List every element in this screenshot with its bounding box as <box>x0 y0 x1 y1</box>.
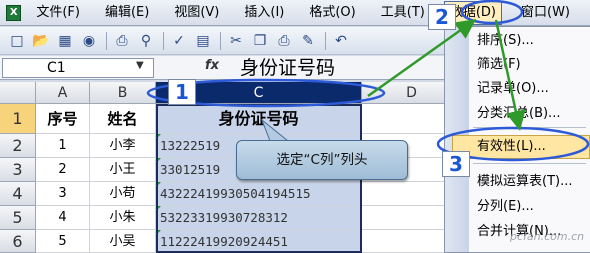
callout-bubble: 选定“C列”列头 <box>236 140 408 180</box>
watermark: pcfan.com.cn <box>510 230 585 243</box>
print-preview-icon[interactable]: ⚲ <box>135 30 157 52</box>
menu-tools[interactable]: 工具(T) <box>376 2 430 24</box>
undo-icon[interactable]: ↶ <box>330 30 352 52</box>
menu-bar: X 文件(F) 编辑(E) 视图(V) 插入(I) 格式(O) 工具(T) 数据… <box>0 0 590 26</box>
cell-b6[interactable]: 小吴 <box>90 230 156 253</box>
menu-edit[interactable]: 编辑(E) <box>100 2 154 24</box>
copy-icon[interactable]: ❐ <box>249 30 271 52</box>
cell-b1[interactable]: 姓名 <box>90 104 156 134</box>
toolbar-separator <box>163 31 164 50</box>
cell-c6[interactable]: 11222419920924451 <box>156 230 362 253</box>
cell-b4[interactable]: 小苟 <box>90 182 156 206</box>
menu-view[interactable]: 视图(V) <box>169 2 224 24</box>
cell-b5[interactable]: 小朱 <box>90 206 156 230</box>
excel-app-icon: X <box>6 4 22 21</box>
research-icon[interactable]: ▤ <box>192 30 214 52</box>
step-marker-3: 3 <box>442 151 470 177</box>
row-header-5[interactable]: 5 <box>0 206 36 230</box>
column-header-a[interactable]: A <box>36 82 90 104</box>
menu-separator <box>473 127 586 128</box>
row-header-2[interactable]: 2 <box>0 134 36 158</box>
menu-window[interactable]: 窗口(W) <box>516 2 575 24</box>
menu-item-form[interactable]: 记录单(O)... <box>477 78 549 100</box>
menu-item-validation[interactable]: 有效性(L)... <box>452 135 590 159</box>
cell-b3[interactable]: 小王 <box>90 158 156 182</box>
cell-c5[interactable]: 53223319930728312 <box>156 206 362 230</box>
toolbar-separator <box>325 31 326 50</box>
menu-insert[interactable]: 插入(I) <box>239 2 289 24</box>
cell-a4[interactable]: 3 <box>36 182 90 206</box>
row-header-6[interactable]: 6 <box>0 230 36 253</box>
menu-item-subtotals[interactable]: 分类汇总(B)... <box>477 103 560 125</box>
fx-icon[interactable]: fx <box>205 58 219 73</box>
save-icon[interactable]: ▦ <box>54 30 76 52</box>
name-box[interactable]: C1 <box>2 58 154 78</box>
toolbar-separator <box>220 31 221 50</box>
column-header-b[interactable]: B <box>90 82 156 104</box>
cell-a2[interactable]: 1 <box>36 134 90 158</box>
open-icon[interactable]: 📂 <box>30 30 52 52</box>
cell-c1[interactable]: 身份证号码 <box>156 104 362 134</box>
select-all-corner[interactable] <box>0 82 36 104</box>
row-header-1[interactable]: 1 <box>0 104 36 134</box>
chevron-down-icon[interactable]: ▼ <box>136 60 144 71</box>
cell-a5[interactable]: 4 <box>36 206 90 230</box>
menu-item-sort[interactable]: 排序(S)... <box>477 30 534 52</box>
menu-separator <box>473 163 586 164</box>
cell-b2[interactable]: 小李 <box>90 134 156 158</box>
cell-a3[interactable]: 2 <box>36 158 90 182</box>
menu-file[interactable]: 文件(F) <box>31 2 85 24</box>
step-marker-1: 1 <box>168 79 196 105</box>
cell-a6[interactable]: 5 <box>36 230 90 253</box>
step-marker-2: 2 <box>428 4 456 30</box>
new-icon[interactable]: □ <box>6 30 28 52</box>
print-icon[interactable]: ⎙ <box>111 30 133 52</box>
menu-format[interactable]: 格式(O) <box>304 2 360 24</box>
paste-icon[interactable]: ⎙ <box>273 30 295 52</box>
toolbar-separator <box>106 31 107 50</box>
formula-input[interactable]: 身份证号码 <box>240 57 335 79</box>
cut-icon[interactable]: ✂ <box>225 30 247 52</box>
menu-item-filter[interactable]: 筛选(F) <box>477 54 521 76</box>
row-header-3[interactable]: 3 <box>0 158 36 182</box>
menu-item-data-table[interactable]: 模拟运算表(T)... <box>477 171 572 193</box>
data-menu-dropdown: 排序(S)... 筛选(F) 记录单(O)... 分类汇总(B)... 有效性(… <box>444 26 590 253</box>
formula-bar: C1 ▼ fx 身份证号码 <box>0 56 462 80</box>
spelling-icon[interactable]: ✓ <box>168 30 190 52</box>
format-painter-icon[interactable]: ✎ <box>297 30 319 52</box>
cell-a1[interactable]: 序号 <box>36 104 90 134</box>
permission-icon[interactable]: ◉ <box>78 30 100 52</box>
standard-toolbar: □ 📂 ▦ ◉ ⎙ ⚲ ✓ ▤ ✂ ❐ ⎙ ✎ ↶ <box>0 27 470 55</box>
row-header-4[interactable]: 4 <box>0 182 36 206</box>
menu-item-text-to-columns[interactable]: 分列(E)... <box>477 196 534 218</box>
cell-c4[interactable]: 43222419930504194515 <box>156 182 362 206</box>
